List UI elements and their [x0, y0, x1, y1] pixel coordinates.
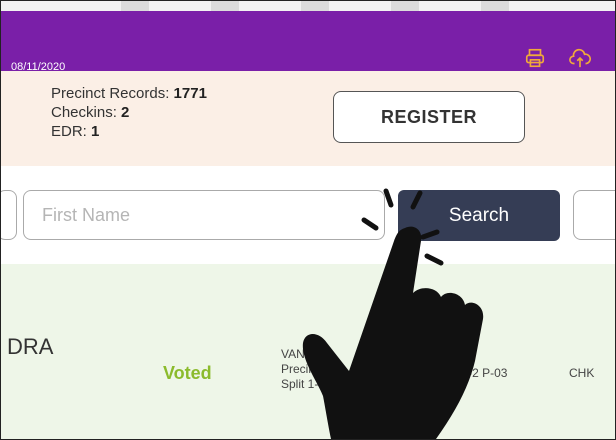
search-row: First Name Search — [1, 166, 615, 264]
edr-value: 1 — [91, 123, 100, 140]
result-row[interactable]: DRA Voted VAN C Precinc Split 1- W-2 P-0… — [1, 264, 615, 439]
checkins-label: Checkins: — [51, 104, 117, 121]
search-button[interactable]: Search — [398, 190, 560, 241]
background-strip — [1, 1, 615, 11]
precinct-records-value: 1771 — [173, 85, 207, 102]
cloud-upload-icon[interactable] — [569, 47, 591, 69]
register-button[interactable]: REGISTER — [333, 91, 525, 143]
edr-label: EDR: — [51, 123, 87, 140]
voter-precinct-info: VAN C Precinc Split 1- — [281, 347, 321, 392]
voted-status: Voted — [163, 363, 212, 383]
filter-field[interactable] — [573, 190, 615, 240]
precinct-records-label: Precinct Records: — [51, 85, 170, 102]
top-bar: 08/11/2020 — [1, 11, 615, 73]
app-frame: 08/11/2020 Precinct Records: 1771 Checki… — [0, 0, 616, 440]
voter-info-line-2: Precinc — [281, 362, 322, 376]
first-name-field[interactable]: First Name — [23, 190, 385, 240]
voter-info-line-3: Split 1- — [281, 377, 319, 391]
checkin-indicator: CHK — [569, 366, 595, 380]
ward-precinct-code: W-2 P-03 — [457, 366, 508, 380]
last-name-field[interactable] — [1, 190, 17, 240]
checkins-stat: Checkins: 2 — [51, 104, 129, 121]
precinct-records-stat: Precinct Records: 1771 — [51, 85, 207, 102]
checkins-value: 2 — [121, 104, 130, 121]
edr-stat: EDR: 1 — [51, 123, 99, 140]
voter-info-line-1: VAN C — [281, 347, 317, 361]
printer-icon[interactable] — [524, 47, 546, 69]
voter-name: DRA — [7, 334, 54, 359]
